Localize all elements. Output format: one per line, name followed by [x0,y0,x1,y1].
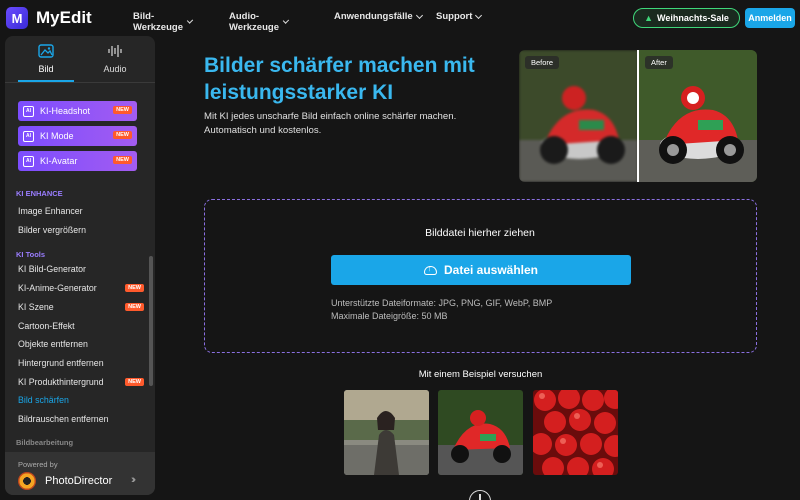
top-nav: M MyEdit Bild-Werkzeuge Audio-Werkzeuge … [0,0,800,36]
examples-label: Mit einem Beispiel versuchen [418,369,543,380]
before-after-image: Before After [519,50,757,182]
tab-bild[interactable]: Bild [18,44,74,82]
tab-audio[interactable]: Audio [87,44,143,82]
menu-label: KI Bild-Generator [18,264,86,274]
menu-label: Bildrauschen entfernen [18,414,109,424]
tab-label: Audio [103,64,127,74]
menu-label: Image Enhancer [18,206,83,216]
compare-divider[interactable] [637,50,639,182]
christmas-tree-icon: ▲ [644,13,654,23]
nav-label: Bild-Werkzeuge [133,11,183,33]
new-badge: NEW [113,131,132,139]
cloud-upload-icon [423,263,437,275]
page-title: Bilder schärfer machen mit leistungsstar… [204,54,475,104]
menu-label: Hintergrund entfernen [18,358,104,368]
menu-bild-schaerfen[interactable]: Bild schärfen [18,392,146,408]
feature-ki-mode[interactable]: AI KI Mode NEW [18,126,137,146]
nav-support[interactable]: Support [436,11,483,22]
menu-cartoon-effekt[interactable]: Cartoon-Effekt [18,318,146,334]
powered-by-label: Powered by [18,460,58,469]
nav-label: Support [436,11,473,22]
chevron-down-icon [283,17,290,24]
scroll-down-icon[interactable] [469,490,491,500]
tab-label: Bild [38,64,54,74]
menu-label: KI Szene [18,302,54,312]
new-badge: NEW [125,303,144,311]
menu-ki-anime-generator[interactable]: KI-Anime-Generator NEW [18,280,146,296]
brand-logo[interactable]: M MyEdit [6,7,92,29]
chevron-down-icon [475,11,483,19]
nav-anwendungsfaelle[interactable]: Anwendungsfälle [334,11,423,22]
example-apples-image[interactable] [533,390,618,475]
christmas-sale-button[interactable]: ▲ Weihnachts-Sale [633,8,740,28]
chevron-down-icon [186,17,194,24]
brand-name: MyEdit [36,8,92,27]
double-chevron-right-icon: ››› [131,474,136,486]
ai-icon: AI [23,155,34,167]
photodirector-logo-icon [18,472,36,490]
menu-ki-produkthintergrund[interactable]: KI Produkthintergrund NEW [18,374,146,390]
supported-formats: Unterstützte Dateiformate: JPG, PNG, GIF… [331,298,553,308]
after-label: After [645,56,673,69]
max-file-size: Maximale Dateigröße: 50 MB [331,311,448,321]
before-image [519,50,638,182]
new-badge: NEW [125,378,144,386]
sidebar-scrollbar[interactable] [149,256,153,386]
sidebar-tabs: Bild Audio [5,36,155,82]
example-woman-image[interactable] [344,390,429,475]
powered-by-box[interactable]: Powered by PhotoDirector ››› [5,452,155,495]
nav-label: Anwendungsfälle [334,11,413,22]
feature-label: KI Mode [40,131,74,141]
menu-label: KI-Anime-Generator [18,283,97,293]
section-ki-enhance: KI ENHANCE [16,189,63,198]
menu-label: KI Produkthintergrund [18,377,104,387]
after-image [638,50,757,182]
menu-image-enhancer[interactable]: Image Enhancer [18,203,146,219]
chevron-down-icon [415,11,423,19]
ai-icon: AI [23,105,34,117]
upload-info: Unterstützte Dateiformate: JPG, PNG, GIF… [331,297,552,323]
menu-label: Cartoon-Effekt [18,321,75,331]
dropzone-title: Bilddatei hierher ziehen [425,227,535,239]
select-file-button[interactable]: Datei auswählen [331,255,631,285]
new-badge: NEW [113,106,132,114]
feature-label: KI-Avatar [40,156,78,166]
page-description: Mit KI jedes unscharfe Bild einfach onli… [204,111,457,136]
before-label: Before [525,56,560,69]
audio-wave-icon [108,45,122,57]
ai-icon: AI [23,130,34,142]
section-bildbearbeitung: Bildbearbeitung [16,438,74,447]
sale-label: Weihnachts-Sale [657,13,729,23]
menu-label: Objekte entfernen [18,339,88,349]
menu-bilder-vergroessern[interactable]: Bilder vergrößern [18,222,146,238]
new-badge: NEW [113,156,132,164]
menu-ki-bild-generator[interactable]: KI Bild-Generator [18,261,146,277]
photodirector-name: PhotoDirector [45,475,113,487]
myedit-logo-icon: M [6,7,28,29]
new-badge: NEW [125,284,144,292]
tabs-divider [5,82,155,83]
menu-objekte-entfernen[interactable]: Objekte entfernen [18,336,146,352]
nav-bild-werkzeuge[interactable]: Bild-Werkzeuge [133,11,194,33]
menu-hintergrund-entfernen[interactable]: Hintergrund entfernen [18,355,146,371]
section-ki-tools: KI Tools [16,250,46,259]
feature-ki-headshot[interactable]: AI KI-Headshot NEW [18,101,137,121]
menu-label: Bilder vergrößern [18,225,86,235]
feature-label: KI-Headshot [40,106,91,116]
menu-ki-szene[interactable]: KI Szene NEW [18,299,146,315]
upload-dropzone[interactable]: Bilddatei hierher ziehen Datei auswählen… [204,199,757,353]
nav-label: Audio-Werkzeuge [229,11,279,33]
nav-audio-werkzeuge[interactable]: Audio-Werkzeuge [229,11,290,33]
select-file-label: Datei auswählen [443,263,539,277]
feature-ki-avatar[interactable]: AI KI-Avatar NEW [18,151,137,171]
menu-label: Bild schärfen [18,395,69,405]
sidebar: Bild Audio AI KI-Headshot NEW AI KI Mode… [5,36,155,495]
example-motorbike-image[interactable] [438,390,523,475]
login-button[interactable]: Anmelden [745,8,795,28]
image-icon [38,44,54,58]
menu-bildrauschen-entfernen[interactable]: Bildrauschen entfernen [18,411,146,427]
